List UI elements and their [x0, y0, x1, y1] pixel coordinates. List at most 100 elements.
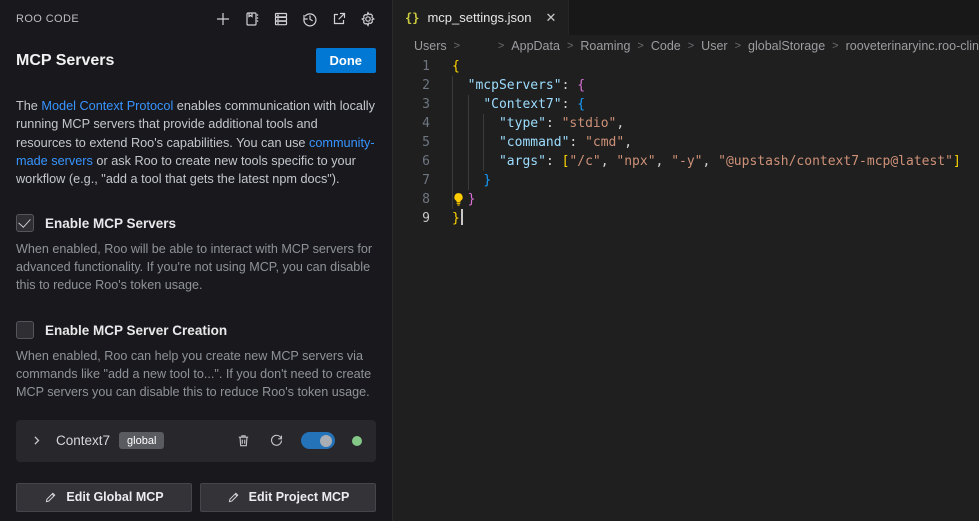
server-status-dot	[352, 436, 362, 446]
toggle-knob	[320, 435, 332, 447]
code-line[interactable]: 5 "command": "cmd",	[393, 133, 979, 152]
trash-icon[interactable]	[235, 433, 251, 449]
indent-guide	[468, 133, 469, 152]
intro-text: The	[16, 99, 41, 113]
open-external-icon[interactable]	[330, 11, 347, 28]
lightbulb-icon[interactable]	[451, 192, 466, 207]
breadcrumb-item[interactable]: Users	[414, 39, 447, 53]
edit-project-mcp-button[interactable]: Edit Project MCP	[200, 483, 376, 512]
code-token: "cmd"	[585, 135, 624, 150]
mcp-server-row: Context7 global	[16, 420, 376, 462]
breadcrumb-item[interactable]: Code	[651, 39, 681, 53]
line-content: }	[452, 209, 463, 228]
refresh-icon[interactable]	[268, 433, 284, 449]
notebook-icon[interactable]	[243, 11, 260, 28]
breadcrumb-item[interactable]: globalStorage	[748, 39, 825, 53]
indent-guide	[483, 114, 484, 133]
enable-mcp-servers-checkbox[interactable]	[16, 214, 34, 232]
line-number: 4	[393, 114, 430, 133]
line-content: {	[452, 57, 460, 76]
breadcrumb-separator: >	[498, 40, 504, 52]
code-token: {	[577, 97, 585, 112]
mcp-servers-icon[interactable]	[272, 11, 289, 28]
breadcrumb-separator: >	[688, 40, 694, 52]
server-actions	[235, 432, 362, 449]
setting-label: Enable MCP Servers	[45, 216, 176, 231]
chevron-right-icon[interactable]	[30, 434, 44, 448]
line-content: "args": ["/c", "npx", "-y", "@upstash/co…	[452, 152, 961, 171]
intro-link[interactable]: Model Context Protocol	[41, 99, 173, 113]
indent-guide	[468, 171, 469, 190]
panel-title-row: MCP Servers Done	[16, 48, 376, 73]
setting-description: When enabled, Roo can help you create ne…	[16, 348, 376, 402]
code-token	[452, 154, 499, 169]
code-line[interactable]: 8 }	[393, 190, 979, 209]
code-token: :	[546, 116, 562, 131]
indent-guide	[452, 95, 453, 114]
code-token: "command"	[499, 135, 569, 150]
extension-title: ROO CODE	[16, 13, 79, 25]
setting-label: Enable MCP Server Creation	[45, 323, 227, 338]
code-token: "Context7"	[483, 97, 561, 112]
indent-guide	[452, 133, 453, 152]
code-token: }	[468, 192, 476, 207]
breadcrumb-separator: >	[735, 40, 741, 52]
code-line[interactable]: 2 "mcpServers": {	[393, 76, 979, 95]
code-line[interactable]: 3 "Context7": {	[393, 95, 979, 114]
history-icon[interactable]	[301, 11, 318, 28]
setting-description: When enabled, Roo will be able to intera…	[16, 241, 376, 295]
code-token: "/c"	[569, 154, 600, 169]
breadcrumb-item[interactable]: AppData	[511, 39, 560, 53]
code-token: "-y"	[671, 154, 702, 169]
gear-icon[interactable]	[359, 11, 376, 28]
page-title: MCP Servers	[16, 52, 114, 70]
breadcrumb-separator: >	[637, 40, 643, 52]
done-button[interactable]: Done	[316, 48, 377, 73]
code-line[interactable]: 9}	[393, 209, 979, 228]
code-token: "npx"	[616, 154, 655, 169]
code-token: {	[452, 59, 460, 74]
line-content: "type": "stdio",	[452, 114, 624, 133]
json-braces-icon: {}	[405, 11, 419, 25]
plus-icon[interactable]	[214, 11, 231, 28]
code-line[interactable]: 1{	[393, 57, 979, 76]
code-token	[452, 135, 499, 150]
edit-buttons-row: Edit Global MCP Edit Project MCP	[16, 483, 376, 512]
editor-pane: {} mcp_settings.json ✕ Users > > AppData > Ro…	[392, 0, 979, 521]
setting-head: Enable MCP Server Creation	[16, 321, 376, 339]
breadcrumb: Users>>AppData>Roaming>Code>User>globalS…	[393, 35, 979, 57]
breadcrumb-item[interactable]: rooveterinaryinc.roo-clin	[846, 39, 979, 53]
code-token: ,	[616, 116, 624, 131]
code-token: ]	[953, 154, 961, 169]
code-editor[interactable]: 1{2 "mcpServers": {3 "Context7": {4 "typ…	[393, 57, 979, 521]
code-line[interactable]: 4 "type": "stdio",	[393, 114, 979, 133]
line-content: "Context7": {	[452, 95, 585, 114]
tab-mcp-settings-json[interactable]: {} mcp_settings.json ✕	[393, 0, 569, 35]
close-icon[interactable]: ✕	[546, 11, 557, 24]
breadcrumb-item[interactable]: User	[701, 39, 727, 53]
tab-label: mcp_settings.json	[427, 10, 531, 25]
line-number: 2	[393, 76, 430, 95]
indent-guide	[452, 171, 453, 190]
line-content: "mcpServers": {	[452, 76, 585, 95]
server-enabled-toggle[interactable]	[301, 432, 335, 449]
edit-global-mcp-button[interactable]: Edit Global MCP	[16, 483, 192, 512]
text-cursor	[461, 209, 463, 225]
breadcrumb-item[interactable]: Roaming	[580, 39, 630, 53]
line-number: 3	[393, 95, 430, 114]
enable-mcp-server-creation-checkbox[interactable]	[16, 321, 34, 339]
line-content: }	[452, 190, 475, 209]
indent-guide	[452, 152, 453, 171]
vscode-window: ROO CODE	[0, 0, 979, 521]
mcp-intro-text: The Model Context Protocol enables commu…	[16, 97, 376, 188]
code-line[interactable]: 7 }	[393, 171, 979, 190]
breadcrumb-separator: >	[567, 40, 573, 52]
setting-enable-mcp-servers: Enable MCP Servers When enabled, Roo wil…	[16, 214, 376, 295]
indent-guide	[468, 114, 469, 133]
indent-guide	[452, 114, 453, 133]
code-token: :	[546, 154, 562, 169]
indent-guide	[468, 95, 469, 114]
code-line[interactable]: 6 "args": ["/c", "npx", "-y", "@upstash/…	[393, 152, 979, 171]
line-number: 9	[393, 209, 430, 228]
code-token: ,	[656, 154, 672, 169]
